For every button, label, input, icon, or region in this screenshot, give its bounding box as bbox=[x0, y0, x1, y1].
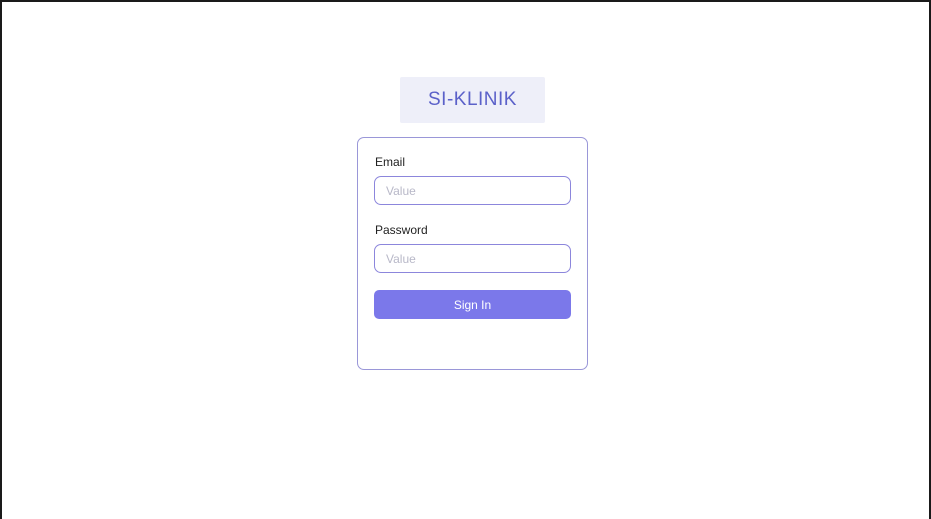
app-window: SI-KLINIK Email Password Sign In bbox=[0, 0, 931, 519]
brand-title: SI-KLINIK bbox=[428, 89, 517, 110]
password-label: Password bbox=[375, 223, 428, 237]
email-label: Email bbox=[375, 155, 406, 169]
sign-in-button[interactable]: Sign In bbox=[374, 290, 571, 319]
login-card: Email Password Sign In bbox=[357, 137, 588, 370]
brand-logo: SI-KLINIK bbox=[400, 77, 545, 123]
email-field[interactable] bbox=[374, 176, 571, 205]
password-field[interactable] bbox=[374, 244, 571, 273]
